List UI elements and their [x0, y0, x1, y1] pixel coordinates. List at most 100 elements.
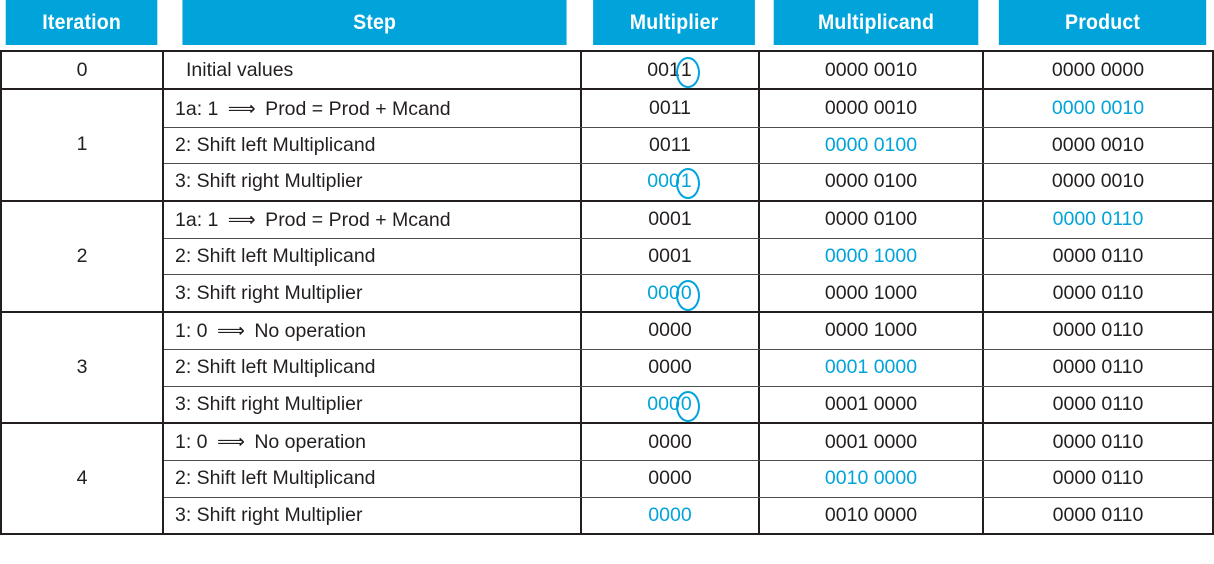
- iteration-rows: 1: 0 ⟹ No operation 0000 0000 1000 0000 011…: [164, 312, 1212, 422]
- step-text: 3: Shift right Multiplier: [175, 281, 363, 304]
- binary-digits: 0000: [648, 356, 692, 379]
- step-text: 3: Shift right Multiplier: [175, 392, 363, 415]
- multiplier-value: 0011: [582, 52, 760, 89]
- table-row: 1: 0 ⟹ No operation 0000 0000 1000 0000 011…: [164, 312, 1212, 350]
- product-value: 0000 0110: [984, 461, 1212, 496]
- step-text: 1: 0 ⟹ No operation: [175, 319, 366, 342]
- multiplier-value: 0011: [582, 127, 760, 164]
- binary-value: 0000 0110: [1052, 208, 1144, 231]
- implies-arrow-icon: ⟹: [216, 319, 245, 342]
- circled-bit: 0: [676, 390, 701, 422]
- step-text: 3: Shift right Multiplier: [175, 503, 363, 526]
- binary-value: 0010 0000: [824, 467, 918, 490]
- binary-value: 0000 1000: [824, 319, 918, 342]
- product-value: 0000 0010: [984, 90, 1212, 126]
- multiplicand-value: 0000 0010: [760, 52, 984, 89]
- product-value: 0000 0110: [984, 350, 1212, 385]
- product-value: 0000 0110: [984, 424, 1212, 460]
- product-value: 0000 0110: [984, 498, 1212, 533]
- binary-value: 0000 0110: [1052, 392, 1144, 415]
- circled-bit: 1: [676, 56, 701, 88]
- binary-value: 0000: [648, 504, 691, 527]
- table-row: 2: Shift left Multiplicand 0000 0001 0000 0…: [164, 349, 1212, 386]
- step-text: 3: Shift right Multiplier: [175, 170, 363, 193]
- multiplicand-value: 0010 0000: [760, 497, 984, 534]
- binary-value: 0000 1000: [824, 245, 918, 268]
- binary-digits: 0000: [648, 430, 692, 453]
- iteration-group: 4 1: 0 ⟹ No operation 0000 0001 0000 0000 01…: [2, 421, 1212, 534]
- iteration-label: 4: [2, 423, 164, 534]
- step-description: 3: Shift right Multiplier: [164, 386, 582, 422]
- binary-digits: 001: [647, 58, 680, 81]
- circled-bit: 0: [676, 279, 701, 311]
- iteration-label: 0: [2, 52, 164, 89]
- header-divider: [581, 0, 587, 45]
- table-row: 0 Initial values 001 1 0000 0010 0000 0000: [2, 52, 1212, 89]
- binary-value: 0000 0110: [1052, 430, 1144, 453]
- binary-value: 0000: [648, 356, 691, 379]
- binary-value: 0000: [648, 431, 691, 454]
- header-divider: [163, 0, 169, 45]
- iteration-group: 3 1: 0 ⟹ No operation 0000 0000 1000 0000 01…: [2, 310, 1212, 422]
- implies-arrow-icon: ⟹: [227, 97, 256, 120]
- step-description: 2: Shift left Multiplicand: [164, 461, 582, 497]
- multiplicand-value: 0000 1000: [760, 238, 984, 275]
- circled-bit: 1: [676, 168, 701, 200]
- multiplicand-value: 0001 0000: [760, 423, 984, 461]
- binary-value: 0000 0010: [824, 97, 918, 120]
- product-value: 0000 0010: [984, 164, 1212, 199]
- binary-value: 0000 1000: [824, 281, 918, 304]
- multiplier-value: 0001: [582, 201, 760, 238]
- step-description: 3: Shift right Multiplier: [164, 275, 582, 311]
- multiplicand-value: 0001 0000: [760, 350, 984, 386]
- step-description: 1: 0 ⟹ No operation: [164, 312, 582, 350]
- multiplication-trace-table: Iteration Step Multiplier Multiplicand P…: [0, 0, 1214, 564]
- binary-value: 0000 0110: [1052, 467, 1144, 490]
- binary-digits: 000: [647, 281, 680, 304]
- multiplicand-value: 0000 0100: [760, 127, 984, 164]
- binary-digits: 000: [647, 170, 680, 193]
- binary-value: 0000 0110: [1052, 356, 1144, 379]
- binary-value: 0010 0000: [824, 503, 918, 526]
- step-text: 1a: 1 ⟹ Prod = Prod + Mcand: [175, 208, 451, 231]
- binary-value: 0000 0110: [1052, 503, 1144, 526]
- binary-value: 0001: [648, 245, 691, 268]
- binary-value: 0000 0110: [1052, 319, 1144, 342]
- step-description: 2: Shift left Multiplicand: [164, 238, 582, 275]
- multiplier-value: 0000: [582, 386, 760, 422]
- binary-value: 0000 0010: [1051, 133, 1145, 156]
- iteration-group: 2 1a: 1 ⟹ Prod = Prod + Mcand 0001 0000 010…: [2, 199, 1212, 311]
- binary-value: 0000 0010: [1051, 97, 1145, 120]
- implies-arrow-icon: ⟹: [216, 431, 245, 454]
- product-value: 0000 0000: [984, 52, 1212, 88]
- table-header-row: Iteration Step Multiplier Multiplicand P…: [0, 0, 1214, 45]
- product-value: 0000 0110: [984, 313, 1212, 349]
- iteration-label: 3: [2, 312, 164, 422]
- multiplier-value: 0000: [582, 275, 760, 311]
- step-description: 2: Shift left Multiplicand: [164, 127, 582, 164]
- binary-value: 0001 0000: [824, 430, 918, 453]
- product-value: 0000 0110: [984, 387, 1212, 422]
- multiplier-value: 0000: [582, 461, 760, 497]
- binary-value: 0000: [648, 319, 691, 342]
- table-row: 3: Shift right Multiplier 000 0 0000 1000 00…: [164, 274, 1212, 311]
- binary-value: 0000 0100: [824, 208, 918, 231]
- column-header-product: Product: [998, 0, 1207, 45]
- step-description: 1: 0 ⟹ No operation: [164, 423, 582, 461]
- column-header-multiplier: Multiplier: [592, 0, 755, 45]
- iteration-group: 1 1a: 1 ⟹ Prod = Prod + Mcand 0011 0000 001…: [2, 88, 1212, 200]
- binary-value: 0000 0110: [1052, 281, 1144, 304]
- step-description: 1a: 1 ⟹ Prod = Prod + Mcand: [164, 201, 582, 238]
- binary-value: 0001: [648, 208, 691, 231]
- binary-value: 0011: [649, 97, 691, 120]
- column-header-multiplicand: Multiplicand: [773, 0, 979, 45]
- step-text: 2: Shift left Multiplicand: [175, 356, 376, 379]
- multiplicand-value: 0000 1000: [760, 312, 984, 350]
- binary-digits: 0000: [648, 467, 692, 490]
- binary-digits: 0001: [648, 208, 692, 231]
- multiplier-value: 0000: [582, 497, 760, 534]
- multiplier-value: 0011: [582, 90, 760, 127]
- implies-arrow-icon: ⟹: [227, 208, 256, 231]
- step-text: 2: Shift left Multiplicand: [175, 133, 376, 156]
- multiplicand-value: 0001 0000: [760, 386, 984, 422]
